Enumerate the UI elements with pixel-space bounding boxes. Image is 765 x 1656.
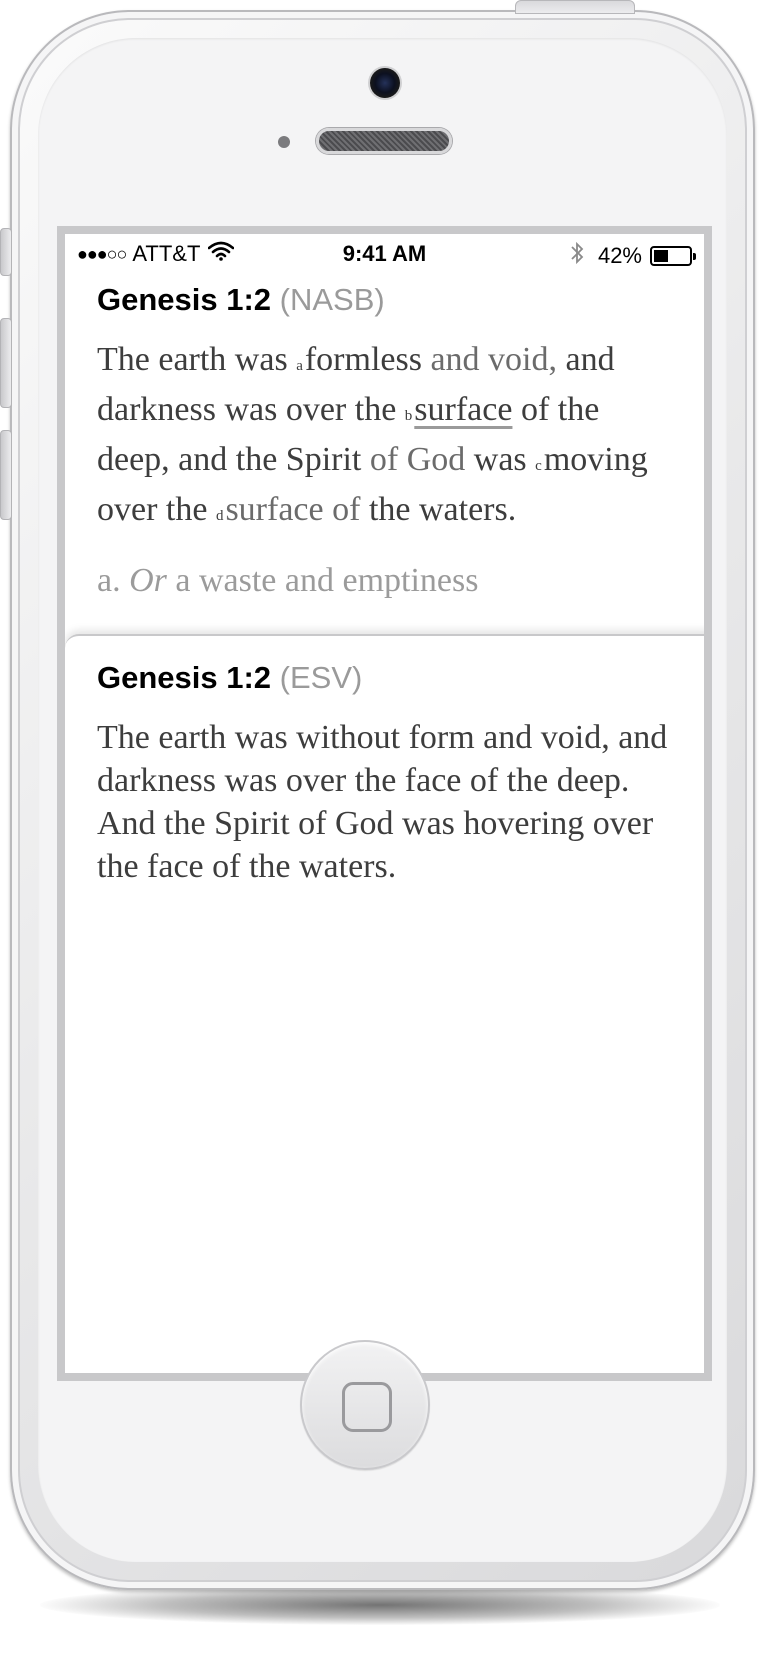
screen: ●●●○○ ATT&T 9:41 AM 42% Genesis 1:2 (NAS… (57, 226, 712, 1381)
esv-heading: Genesis 1:2 (ESV) (97, 660, 680, 696)
bluetooth-icon (570, 241, 584, 271)
verse-fragment: surface of (225, 491, 361, 528)
esv-reference: Genesis 1:2 (97, 660, 272, 695)
nasb-reference: Genesis 1:2 (97, 282, 272, 317)
nasb-heading: Genesis 1:2 (NASB) (97, 282, 664, 318)
verse-fragment: The earth was (97, 341, 297, 378)
mute-switch[interactable] (0, 228, 12, 276)
earpiece-speaker (316, 128, 452, 154)
verse-fragment: formless (304, 341, 422, 378)
footnote-a: a. Or a waste and emptiness (97, 562, 664, 600)
device-frame: ●●●○○ ATT&T 9:41 AM 42% Genesis 1:2 (NAS… (0, 0, 765, 1656)
proximity-sensor (278, 136, 290, 148)
verse-fragment: and void, (421, 341, 557, 378)
nasb-version: (NASB) (279, 282, 385, 317)
battery-icon (650, 246, 696, 266)
front-camera (370, 68, 400, 98)
nasb-card[interactable]: Genesis 1:2 (NASB) The earth was aformle… (65, 282, 704, 600)
esv-version: (ESV) (279, 660, 363, 695)
footnote-marker-b[interactable]: b (405, 408, 413, 424)
verse-fragment: of God (369, 441, 466, 478)
footnote-text: a waste and emptiness (166, 562, 479, 599)
home-square-icon (342, 1382, 392, 1432)
battery-level (654, 250, 668, 262)
power-button[interactable] (515, 0, 635, 14)
verse-fragment: was (465, 441, 536, 478)
esv-verse-text: The earth was without form and void, and… (97, 719, 668, 885)
highlighted-word[interactable]: surface (414, 391, 512, 428)
esv-card[interactable]: Genesis 1:2 (ESV) The earth was without … (65, 634, 704, 1373)
footnote-marker-a[interactable]: a (296, 358, 303, 374)
volume-up-button[interactable] (0, 318, 12, 408)
footnote-marker-d[interactable]: d (216, 508, 224, 524)
home-button[interactable] (300, 1340, 430, 1470)
phone-shadow (40, 1585, 720, 1625)
volume-down-button[interactable] (0, 430, 12, 520)
footnote-label: a. (97, 562, 130, 599)
status-right: 42% (570, 241, 696, 271)
nasb-verse-text: The earth was aformless and void, and da… (97, 338, 664, 538)
status-bar: ●●●○○ ATT&T 9:41 AM 42% (65, 234, 704, 274)
footnote-or: Or (129, 562, 167, 599)
verse-fragment: the waters. (360, 491, 517, 528)
battery-percent: 42% (597, 243, 642, 268)
footnote-marker-c[interactable]: c (535, 458, 542, 474)
battery-tip (693, 253, 696, 260)
